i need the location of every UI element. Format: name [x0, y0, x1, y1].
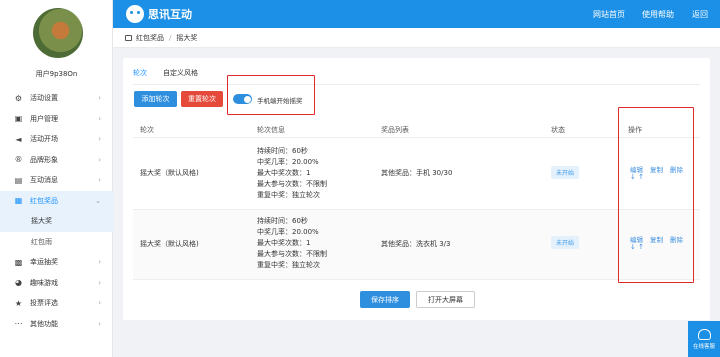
info-win-rate: 中奖几率：20.00% [257, 158, 319, 166]
chevron-right-icon: › [98, 94, 101, 102]
column-header-prizes: 奖品列表 [381, 126, 409, 134]
sidebar-item-label: 幸运抽奖 [30, 258, 58, 267]
sidebar-item-label: 活动开场 [30, 135, 58, 144]
info-duration: 持续时间：60秒 [257, 217, 308, 225]
prize-list: 其他奖品：手机 30/30 [381, 169, 453, 177]
sidebar-item-label: 用户管理 [30, 114, 58, 123]
game-icon: ◕ [15, 278, 22, 288]
main-card: 轮次 自定义风格 添加轮次 重置轮次 手机端开始摇奖 轮次 轮次信息 奖品列表 … [123, 58, 710, 320]
sidebar-menu: ⚙ 活动设置 › ▣ 用户管理 › ◄ 活动开场 › ® 品牌形象 › ▤ 互动… [0, 88, 113, 334]
nav-back-link[interactable]: 返回 [692, 9, 708, 20]
tab-bar: 轮次 自定义风格 [133, 68, 198, 85]
username: 用户9p38On [35, 70, 78, 78]
sidebar-subitem-shake-prize[interactable]: 摇大奖 [0, 211, 113, 232]
sidebar-item-voting[interactable]: ★ 投票评选 › [0, 293, 113, 314]
tab-custom-style[interactable]: 自定义风格 [163, 68, 198, 85]
info-repeat-win: 重复中奖：独立轮次 [257, 191, 320, 199]
info-repeat-win: 重复中奖：独立轮次 [257, 261, 320, 269]
add-round-button[interactable]: 添加轮次 [134, 91, 177, 107]
info-max-participation: 最大参与次数：不限制 [257, 180, 327, 188]
headset-icon [697, 328, 711, 340]
top-header [113, 0, 720, 28]
chevron-right-icon: › [98, 319, 101, 328]
sidebar-item-label: 其他功能 [30, 319, 58, 328]
sidebar-item-label: 投票评选 [30, 299, 58, 308]
info-duration: 持续时间：60秒 [257, 147, 308, 155]
round-info: 持续时间：60秒 中奖几率：20.00% 最大中奖次数：1 最大参与次数：不限制… [257, 216, 327, 271]
online-service-button[interactable]: 在线客服 [688, 321, 720, 357]
tab-rounds[interactable]: 轮次 [133, 68, 147, 85]
sidebar-subitem-red-packet-rain[interactable]: 红包雨 [0, 232, 113, 253]
gift-icon: ▦ [14, 196, 23, 206]
open-big-screen-button[interactable]: 打开大屏幕 [416, 291, 475, 308]
chevron-right-icon: › [98, 155, 101, 164]
breadcrumb-item-current: 摇大奖 [176, 33, 198, 42]
chevron-right-icon: › [98, 258, 101, 266]
sidebar-item-red-packet-prizes[interactable]: ▦ 红包奖品 ⌄ [0, 190, 113, 211]
save-order-button[interactable]: 保存排序 [360, 291, 410, 308]
info-max-wins: 最大中奖次数：1 [257, 169, 311, 177]
nav-home-link[interactable]: 网站首页 [593, 9, 625, 20]
tabs-divider [133, 84, 700, 85]
megaphone-icon: ◄ [15, 134, 22, 144]
status-badge: 未开始 [551, 166, 580, 179]
chevron-right-icon: › [98, 114, 101, 123]
sidebar-subitem-label: 红包雨 [31, 237, 52, 246]
chevron-right-icon: › [98, 299, 101, 307]
annotation-box-actions [618, 107, 694, 283]
more-icon: ⋯ [14, 319, 23, 329]
breadcrumb-separator: / [169, 33, 172, 42]
chevron-right-icon: › [98, 278, 101, 287]
table-row: 摇大奖（默认风格) 持续时间：60秒 中奖几率：20.00% 最大中奖次数：1 … [133, 138, 700, 210]
sidebar-item-interactive-messages[interactable]: ▤ 互动消息 › [0, 170, 113, 191]
prize-list: 其他奖品：洗衣机 3/3 [381, 240, 451, 248]
sidebar-item-user-management[interactable]: ▣ 用户管理 › [0, 109, 113, 130]
chevron-down-icon: ⌄ [95, 196, 101, 205]
brand-icon: ® [14, 155, 23, 165]
column-header-status: 状态 [551, 126, 565, 134]
sidebar-item-label: 趣味游戏 [30, 278, 58, 287]
table-row: 摇大奖（默认风格) 持续时间：60秒 中奖几率：20.00% 最大中奖次数：1 … [133, 210, 700, 280]
table-header: 轮次 轮次信息 奖品列表 状态 操作 [133, 120, 700, 138]
info-max-participation: 最大参与次数：不限制 [257, 250, 327, 258]
user-icon: ▣ [14, 114, 23, 124]
brand-logo-icon [126, 5, 144, 23]
sidebar-item-label: 品牌形象 [30, 155, 58, 164]
info-win-rate: 中奖几率：20.00% [257, 228, 319, 236]
round-info: 持续时间：60秒 中奖几率：20.00% 最大中奖次数：1 最大参与次数：不限制… [257, 146, 327, 201]
nav-help-link[interactable]: 使用帮助 [642, 9, 674, 20]
breadcrumb-item-red-packet[interactable]: 红包奖品 [136, 33, 164, 43]
sidebar-item-activity-settings[interactable]: ⚙ 活动设置 › [0, 88, 113, 109]
gear-icon: ⚙ [14, 93, 23, 103]
wallet-icon [125, 34, 132, 41]
status-badge: 未开始 [551, 236, 580, 249]
chat-icon: ▤ [14, 175, 23, 185]
chevron-right-icon: › [98, 135, 101, 143]
round-name: 摇大奖（默认风格) [140, 169, 199, 177]
column-header-info: 轮次信息 [257, 126, 285, 134]
brand-name: 思讯互动 [148, 8, 192, 21]
sidebar-item-label: 红包奖品 [30, 196, 58, 205]
reset-round-button[interactable]: 重置轮次 [181, 91, 223, 107]
sidebar-item-label: 活动设置 [30, 94, 58, 103]
column-header-round: 轮次 [140, 126, 154, 134]
sidebar-item-other-functions[interactable]: ⋯ 其他功能 › [0, 314, 113, 335]
breadcrumb: 红包奖品 / 摇大奖 [113, 28, 720, 48]
sidebar-item-brand-image[interactable]: ® 品牌形象 › [0, 150, 113, 171]
avatar[interactable] [33, 8, 83, 58]
grid-icon: ▩ [14, 257, 23, 267]
annotation-box-toggle [227, 75, 315, 115]
sidebar-item-activity-opening[interactable]: ◄ 活动开场 › [0, 129, 113, 150]
chevron-right-icon: › [98, 176, 101, 184]
sidebar-subitem-label: 摇大奖 [31, 217, 52, 226]
online-service-label: 在线客服 [692, 343, 715, 350]
round-name: 摇大奖（默认风格) [140, 240, 199, 248]
star-icon: ★ [14, 298, 23, 308]
sidebar-item-fun-games[interactable]: ◕ 趣味游戏 › [0, 273, 113, 294]
info-max-wins: 最大中奖次数：1 [257, 239, 311, 247]
sidebar-item-lucky-draw[interactable]: ▩ 幸运抽奖 › [0, 252, 113, 273]
sidebar: 用户9p38On ⚙ 活动设置 › ▣ 用户管理 › ◄ 活动开场 › ® 品牌… [0, 0, 113, 357]
sidebar-item-label: 互动消息 [30, 176, 58, 185]
